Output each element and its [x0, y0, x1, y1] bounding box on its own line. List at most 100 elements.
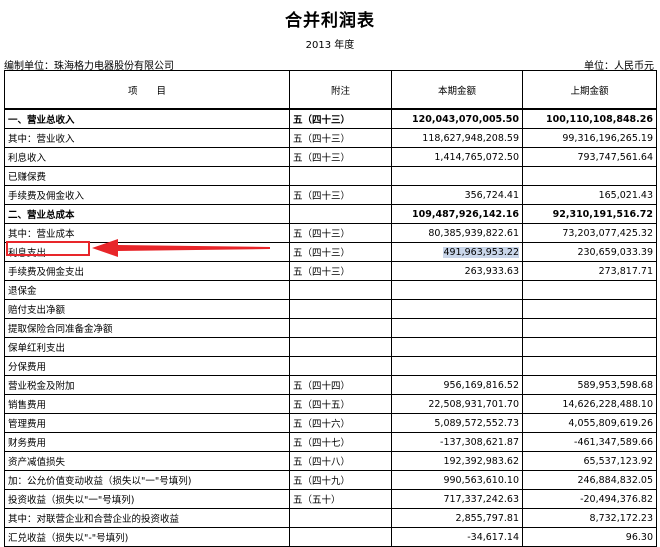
table-row: 退保金	[4, 280, 657, 300]
header-previous: 上期金额	[522, 70, 657, 110]
row-current-amount: 192,392,983.62	[391, 451, 523, 471]
row-current-amount: 1,414,765,072.50	[391, 147, 523, 167]
row-note: 五（四十五）	[289, 394, 392, 414]
table-row: 手续费及佣金收入 五（四十三） 356,724.41 165,021.43	[4, 185, 657, 205]
table-row: 二、营业总成本 109,487,926,142.16 92,310,191,516.…	[4, 204, 657, 224]
table-row: 汇兑收益（损失以"-"号填列) -34,617.14 96.30	[4, 527, 657, 547]
row-note: 五（四十三）	[289, 223, 392, 243]
table-header-row: 项 目 附注 本期金额 上期金额	[4, 70, 657, 110]
row-current-amount: 263,933.63	[391, 261, 523, 281]
row-previous-amount: 92,310,191,516.72	[522, 204, 657, 224]
row-label: 保单红利支出	[4, 337, 290, 357]
row-label: 其中：营业收入	[4, 128, 290, 148]
header-item: 项 目	[4, 70, 290, 110]
highlight-box	[6, 241, 90, 256]
row-current-amount: -34,617.14	[391, 527, 523, 547]
row-label: 手续费及佣金收入	[4, 185, 290, 205]
row-current-amount: 5,089,572,552.73	[391, 413, 523, 433]
row-previous-amount	[522, 280, 657, 300]
row-note: 五（四十八）	[289, 451, 392, 471]
row-note	[289, 204, 392, 224]
row-note: 五（五十）	[289, 489, 392, 509]
row-previous-amount	[522, 337, 657, 357]
row-note	[289, 280, 392, 300]
row-current-amount	[391, 356, 523, 376]
row-note: 五（四十六）	[289, 413, 392, 433]
row-current-amount	[391, 280, 523, 300]
row-label: 赔付支出净额	[4, 299, 290, 319]
row-label: 财务费用	[4, 432, 290, 452]
row-label: 投资收益（损失以"一"号填列)	[4, 489, 290, 509]
table-row: 一、营业总收入 五（四十三） 120,043,070,005.50 100,110,1…	[4, 108, 657, 129]
row-current-amount: 717,337,242.63	[391, 489, 523, 509]
row-previous-amount: 230,659,033.39	[522, 242, 657, 262]
row-current-amount: -137,308,621.87	[391, 432, 523, 452]
row-note: 五（四十三）	[289, 242, 392, 262]
row-current-amount	[391, 299, 523, 319]
header-current: 本期金额	[391, 70, 523, 110]
row-label: 加：公允价值变动收益（损失以"一"号填列)	[4, 470, 290, 490]
row-previous-amount: -20,494,376.82	[522, 489, 657, 509]
income-statement-table: 项 目 附注 本期金额 上期金额 一、营业总收入 五（四十三） 120,043,07…	[4, 70, 657, 547]
row-label: 资产减值损失	[4, 451, 290, 471]
table-row: 资产减值损失 五（四十八） 192,392,983.62 65,537,123.92	[4, 451, 657, 471]
row-previous-amount: 96.30	[522, 527, 657, 547]
row-note	[289, 166, 392, 186]
table-row: 已赚保费	[4, 166, 657, 186]
row-note: 五（四十四）	[289, 375, 392, 395]
row-note: 五（四十七）	[289, 432, 392, 452]
row-note: 五（四十三）	[289, 108, 392, 129]
row-previous-amount: 589,953,598.68	[522, 375, 657, 395]
report-period: 2013 年度	[305, 40, 355, 51]
row-note	[289, 337, 392, 357]
row-label: 汇兑收益（损失以"-"号填列)	[4, 527, 290, 547]
row-previous-amount: 100,110,108,848.26	[522, 108, 657, 129]
row-previous-amount: 246,884,832.05	[522, 470, 657, 490]
row-current-amount: 990,563,610.10	[391, 470, 523, 490]
row-current-amount: 2,855,797.81	[391, 508, 523, 528]
row-label: 一、营业总收入	[4, 108, 290, 129]
row-note	[289, 299, 392, 319]
row-label: 已赚保费	[4, 166, 290, 186]
row-note: 五（四十三）	[289, 185, 392, 205]
row-previous-amount: 4,055,809,619.26	[522, 413, 657, 433]
row-previous-amount: -461,347,589.66	[522, 432, 657, 452]
row-current-amount: 120,043,070,005.50	[391, 108, 523, 129]
row-label: 管理费用	[4, 413, 290, 433]
row-current-amount: 22,508,931,701.70	[391, 394, 523, 414]
row-note	[289, 527, 392, 547]
row-label: 其中：对联营企业和合营企业的投资收益	[4, 508, 290, 528]
table-row: 其中：营业收入 五（四十三） 118,627,948,208.59 99,316,19…	[4, 128, 657, 148]
row-previous-amount: 273,817.71	[522, 261, 657, 281]
header-note: 附注	[289, 70, 392, 110]
row-label: 退保金	[4, 280, 290, 300]
row-current-amount: 356,724.41	[391, 185, 523, 205]
row-current-amount: 109,487,926,142.16	[391, 204, 523, 224]
row-previous-amount: 14,626,228,488.10	[522, 394, 657, 414]
row-previous-amount	[522, 166, 657, 186]
row-label: 手续费及佣金支出	[4, 261, 290, 281]
row-label: 营业税金及附加	[4, 375, 290, 395]
table-row: 保单红利支出	[4, 337, 657, 357]
row-current-amount	[391, 318, 523, 338]
table-row: 赔付支出净额	[4, 299, 657, 319]
row-previous-amount: 73,203,077,425.32	[522, 223, 657, 243]
table-row: 利息收入 五（四十三） 1,414,765,072.50 793,747,561.64	[4, 147, 657, 167]
row-previous-amount: 793,747,561.64	[522, 147, 657, 167]
row-previous-amount	[522, 299, 657, 319]
table-row: 加：公允价值变动收益（损失以"一"号填列) 五（四十九） 990,563,610.1…	[4, 470, 657, 490]
highlighted-amount: 491,963,953.22	[443, 246, 519, 258]
table-row: 手续费及佣金支出 五（四十三） 263,933.63 273,817.71	[4, 261, 657, 281]
report-title: 合并利润表	[285, 11, 375, 31]
row-previous-amount: 165,021.43	[522, 185, 657, 205]
table-row: 管理费用 五（四十六） 5,089,572,552.73 4,055,809,619.…	[4, 413, 657, 433]
table-row: 营业税金及附加 五（四十四） 956,169,816.52 589,953,598.6…	[4, 375, 657, 395]
row-current-amount	[391, 166, 523, 186]
row-current-amount	[391, 337, 523, 357]
table-row: 销售费用 五（四十五） 22,508,931,701.70 14,626,228,48…	[4, 394, 657, 414]
row-current-amount: 956,169,816.52	[391, 375, 523, 395]
row-previous-amount	[522, 318, 657, 338]
row-note: 五（四十三）	[289, 261, 392, 281]
pointer-arrow-icon	[92, 239, 270, 257]
row-label: 销售费用	[4, 394, 290, 414]
